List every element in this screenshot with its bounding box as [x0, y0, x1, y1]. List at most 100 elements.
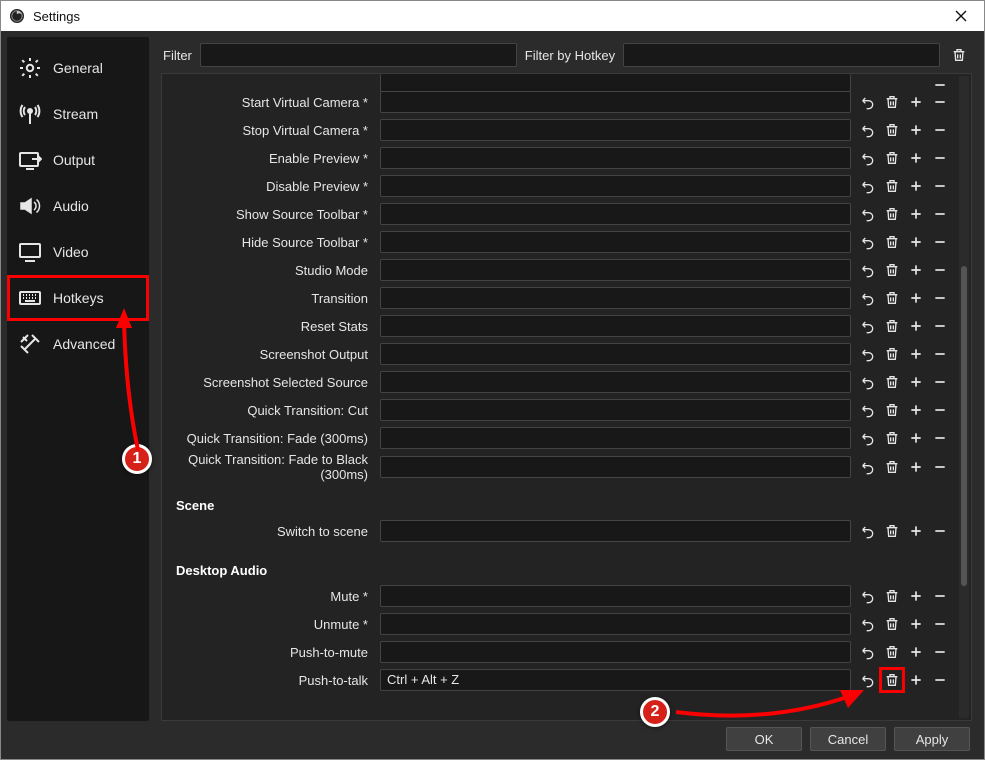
- hotkey-input[interactable]: [380, 119, 851, 141]
- remove-button[interactable]: [929, 669, 951, 691]
- sidebar-item-audio[interactable]: Audio: [7, 183, 149, 229]
- clear-button[interactable]: [881, 520, 903, 542]
- add-button[interactable]: [905, 147, 927, 169]
- sidebar-item-output[interactable]: Output: [7, 137, 149, 183]
- sidebar-item-general[interactable]: General: [7, 45, 149, 91]
- clear-button[interactable]: [881, 147, 903, 169]
- remove-button[interactable]: [929, 315, 951, 337]
- add-button[interactable]: [905, 641, 927, 663]
- add-button[interactable]: [905, 585, 927, 607]
- hotkey-input[interactable]: [380, 399, 851, 421]
- filter-input[interactable]: [200, 43, 517, 67]
- scrollbar[interactable]: [959, 76, 969, 718]
- filter-by-hotkey-input[interactable]: [623, 43, 940, 67]
- remove-button[interactable]: [929, 91, 951, 113]
- clear-button[interactable]: [881, 203, 903, 225]
- clear-button[interactable]: [881, 91, 903, 113]
- clear-button[interactable]: [881, 343, 903, 365]
- clear-button[interactable]: [881, 585, 903, 607]
- clear-button[interactable]: [881, 613, 903, 635]
- remove-button[interactable]: [929, 520, 951, 542]
- clear-button[interactable]: [881, 669, 903, 691]
- undo-button[interactable]: [857, 259, 879, 281]
- undo-button[interactable]: [857, 641, 879, 663]
- add-button[interactable]: [905, 399, 927, 421]
- undo-button[interactable]: [857, 231, 879, 253]
- remove-button[interactable]: [929, 427, 951, 449]
- ok-button[interactable]: OK: [726, 727, 802, 751]
- remove-button[interactable]: [929, 147, 951, 169]
- undo-button[interactable]: [857, 585, 879, 607]
- clear-button[interactable]: [881, 231, 903, 253]
- add-button[interactable]: [905, 456, 927, 478]
- clear-button[interactable]: [881, 641, 903, 663]
- undo-button[interactable]: [857, 91, 879, 113]
- remove-button[interactable]: [929, 371, 951, 393]
- undo-button[interactable]: [857, 613, 879, 635]
- add-button[interactable]: [905, 371, 927, 393]
- remove-button[interactable]: [929, 119, 951, 141]
- undo-button[interactable]: [857, 203, 879, 225]
- add-button[interactable]: [905, 613, 927, 635]
- clear-button[interactable]: [881, 287, 903, 309]
- add-button[interactable]: [905, 343, 927, 365]
- clear-button[interactable]: [881, 175, 903, 197]
- undo-button[interactable]: [857, 315, 879, 337]
- undo-button[interactable]: [857, 456, 879, 478]
- clear-button[interactable]: [881, 119, 903, 141]
- hotkey-input[interactable]: [380, 175, 851, 197]
- undo-button[interactable]: [857, 119, 879, 141]
- undo-button[interactable]: [857, 175, 879, 197]
- undo-button[interactable]: [857, 287, 879, 309]
- hotkey-input[interactable]: [380, 641, 851, 663]
- remove-button[interactable]: [929, 203, 951, 225]
- add-button[interactable]: [905, 427, 927, 449]
- clear-button[interactable]: [881, 456, 903, 478]
- clear-button[interactable]: [881, 259, 903, 281]
- clear-button[interactable]: [881, 427, 903, 449]
- scrollbar-thumb[interactable]: [961, 266, 967, 586]
- undo-button[interactable]: [857, 147, 879, 169]
- hotkey-input[interactable]: [380, 456, 851, 478]
- clear-button[interactable]: [881, 315, 903, 337]
- hotkey-input[interactable]: [380, 287, 851, 309]
- hotkey-input[interactable]: [380, 203, 851, 225]
- hotkey-input[interactable]: [380, 613, 851, 635]
- remove-button[interactable]: [929, 585, 951, 607]
- add-button[interactable]: [905, 203, 927, 225]
- apply-button[interactable]: Apply: [894, 727, 970, 751]
- remove-button[interactable]: [929, 613, 951, 635]
- hotkey-input[interactable]: [380, 259, 851, 281]
- undo-button[interactable]: [857, 399, 879, 421]
- sidebar-item-hotkeys[interactable]: Hotkeys: [7, 275, 149, 321]
- clear-button[interactable]: [881, 399, 903, 421]
- remove-button[interactable]: [929, 343, 951, 365]
- add-button[interactable]: [905, 315, 927, 337]
- remove-button[interactable]: [929, 456, 951, 478]
- undo-button[interactable]: [857, 669, 879, 691]
- add-button[interactable]: [905, 287, 927, 309]
- hotkey-input[interactable]: [380, 520, 851, 542]
- remove-button[interactable]: [929, 231, 951, 253]
- undo-button[interactable]: [857, 520, 879, 542]
- add-button[interactable]: [905, 259, 927, 281]
- remove-button[interactable]: [929, 287, 951, 309]
- hotkey-input[interactable]: [380, 343, 851, 365]
- hotkey-input[interactable]: [380, 371, 851, 393]
- clear-button[interactable]: [881, 371, 903, 393]
- hotkey-input[interactable]: [380, 585, 851, 607]
- sidebar-item-stream[interactable]: Stream: [7, 91, 149, 137]
- remove-button[interactable]: [929, 259, 951, 281]
- hotkey-input[interactable]: Ctrl + Alt + Z: [380, 669, 851, 691]
- hotkey-input[interactable]: [380, 315, 851, 337]
- hotkey-input[interactable]: [380, 427, 851, 449]
- sidebar-item-advanced[interactable]: Advanced: [7, 321, 149, 367]
- remove-button[interactable]: [929, 641, 951, 663]
- undo-button[interactable]: [857, 427, 879, 449]
- add-button[interactable]: [905, 91, 927, 113]
- remove-button[interactable]: [929, 175, 951, 197]
- undo-button[interactable]: [857, 371, 879, 393]
- add-button[interactable]: [905, 175, 927, 197]
- close-button[interactable]: [946, 1, 976, 31]
- add-button[interactable]: [905, 119, 927, 141]
